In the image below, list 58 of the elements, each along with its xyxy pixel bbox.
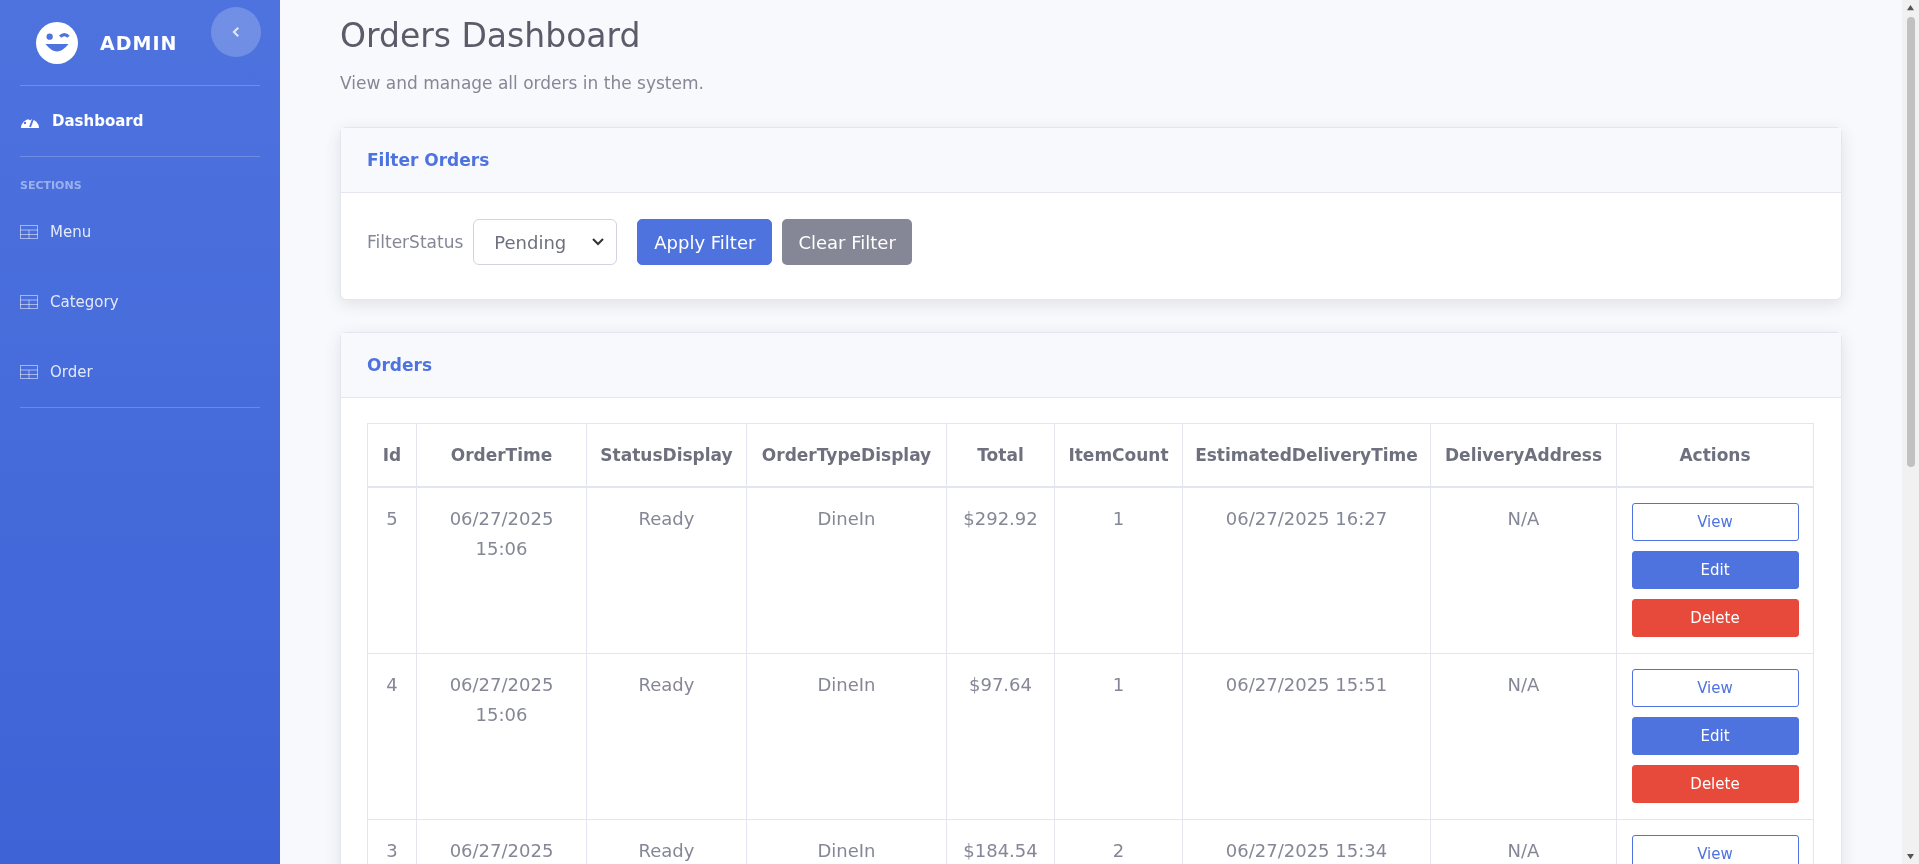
column-header: Id [367,423,417,487]
action-button[interactable]: Edit [1631,717,1799,755]
sidebar-item[interactable]: Category [20,267,260,337]
chevron-left-icon [231,26,241,38]
table-cell: 06/27/2025 16:27 [1182,487,1431,654]
column-header: ItemCount [1054,423,1183,487]
column-header: StatusDisplay [586,423,747,487]
action-button[interactable]: View [1631,503,1799,541]
filter-button[interactable]: Apply Filter [637,219,773,265]
scroll-up-icon[interactable] [1906,4,1915,11]
action-button[interactable]: Edit [1631,551,1799,589]
table-cell: DineIn [746,487,947,654]
filter-label: FilterStatus [367,232,464,252]
table-cell: 3 [367,819,417,864]
table-cell: DineIn [746,653,947,820]
page-title: Orders Dashboard [340,16,642,55]
brand-name: ADMIN [100,31,178,54]
column-header: OrderTime [416,423,587,487]
column-header: DeliveryAddress [1430,423,1617,487]
sidebar-item[interactable]: Dashboard [20,86,260,156]
table-cell: 4 [367,653,417,820]
column-header: OrderTypeDisplay [746,423,947,487]
table-cell: Ready [586,653,747,820]
column-header: EstimatedDeliveryTime [1182,423,1431,487]
table-icon [20,365,38,379]
table-icon [20,225,38,239]
section-heading: SECTIONS [20,178,83,194]
card-title: Orders [367,355,433,375]
table-cell: $292.92 [946,487,1055,654]
table-cell: 5 [367,487,417,654]
chevron-down-icon [592,238,605,246]
table-cell: $97.64 [946,653,1055,820]
scrollbar[interactable] [1902,0,1919,864]
column-header: Total [946,423,1055,487]
filter-button[interactable]: Clear Filter [782,219,912,265]
column-header: Actions [1616,423,1814,487]
smiley-logo-icon [36,21,78,64]
table-cell: N/A [1430,653,1617,820]
status-select[interactable]: Pending [473,219,618,265]
table-icon [20,295,38,309]
action-button[interactable]: View [1631,835,1799,864]
table-cell: 06/27/2025 15:51 [1182,653,1431,820]
action-button[interactable]: View [1631,669,1799,707]
scroll-down-icon[interactable] [1906,853,1915,860]
collapse-button[interactable] [211,7,261,57]
table-cell: 06/27/2025 15:06 [416,653,587,820]
action-button[interactable]: Delete [1631,599,1799,637]
page-subtitle: View and manage all orders in the system. [340,73,705,93]
table-cell: N/A [1430,487,1617,654]
sidebar-item[interactable]: Menu [20,197,260,267]
action-button[interactable]: Delete [1631,765,1799,803]
scrollbar-thumb[interactable] [1906,17,1915,467]
table-cell: 1 [1054,653,1183,820]
table-cell: Ready [586,487,747,654]
table-cell: 1 [1054,487,1183,654]
card-title: Filter Orders [367,150,490,170]
table-cell: 06/27/2025 15:06 [416,487,587,654]
sidebar-item[interactable]: Order [20,337,260,407]
